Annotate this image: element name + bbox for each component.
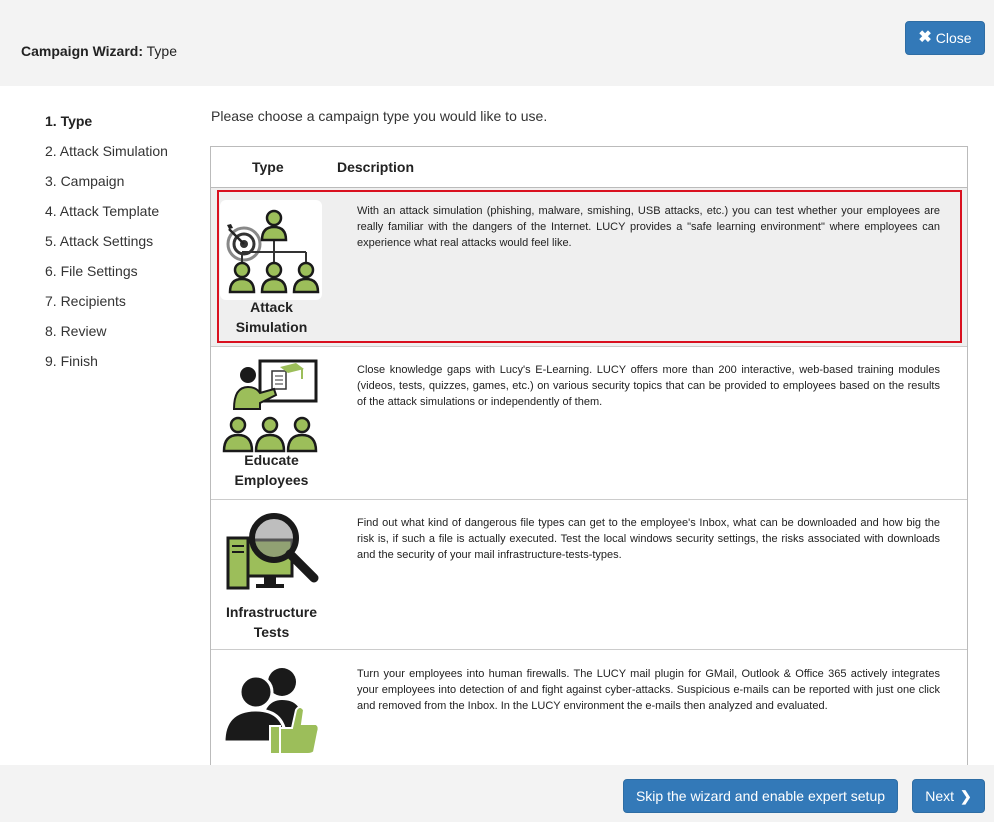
campaign-type-description: Turn your employees into human firewalls…	[357, 668, 940, 712]
step-attack-settings: 5. Attack Settings	[45, 233, 154, 249]
chevron-right-icon: ❯	[960, 787, 972, 804]
step-file-settings: 6. File Settings	[45, 263, 138, 279]
intro-text: Please choose a campaign type you would …	[211, 108, 548, 124]
campaign-type-table: Type Description Attack Simulation With …	[210, 146, 968, 766]
campaign-type-description: Find out what kind of dangerous file typ…	[357, 517, 940, 561]
campaign-type-row-educate-employees[interactable]: Educate Employees Close knowledge gaps w…	[211, 347, 967, 500]
close-button-label: Close	[935, 30, 972, 46]
title-step: Type	[146, 43, 177, 59]
close-button[interactable]: ✖ Close	[905, 21, 985, 55]
wizard-footer: Skip the wizard and enable expert setup …	[0, 765, 994, 822]
step-type: 1. Type	[45, 113, 93, 129]
campaign-type-label: Attack Simulation	[235, 299, 308, 335]
title-prefix: Campaign Wizard:	[21, 43, 143, 59]
step-recipients: 7. Recipients	[45, 293, 126, 309]
step-review: 8. Review	[45, 323, 107, 339]
campaign-type-row-attack-simulation[interactable]: Attack Simulation With an attack simulat…	[211, 188, 967, 347]
campaign-type-row-human-firewall[interactable]: Turn your employees into human firewalls…	[211, 650, 967, 766]
next-button-label: Next	[925, 788, 955, 804]
close-icon: ✖	[918, 29, 932, 46]
campaign-type-description: Close knowledge gaps with Lucy's E-Learn…	[357, 364, 940, 408]
computer-magnifier-icon	[220, 512, 322, 612]
table-header: Type Description	[211, 147, 967, 188]
wizard-header: Campaign Wizard: Type ✖ Close	[0, 0, 994, 86]
column-header-type: Type	[252, 159, 284, 175]
step-finish: 9. Finish	[45, 353, 98, 369]
presentation-training-icon	[220, 359, 322, 459]
wizard-steps: 1. Type 2. Attack Simulation 3. Campaign…	[45, 113, 168, 383]
step-attack-template: 4. Attack Template	[45, 203, 160, 219]
skip-wizard-button[interactable]: Skip the wizard and enable expert setup	[623, 779, 898, 813]
campaign-type-row-infrastructure-tests[interactable]: Infrastructure Tests Find out what kind …	[211, 500, 967, 650]
page-title: Campaign Wizard: Type	[21, 43, 177, 59]
campaign-type-label: Infrastructure Tests	[225, 604, 318, 640]
target-org-chart-icon	[220, 200, 322, 300]
campaign-type-description: With an attack simulation (phishing, mal…	[357, 205, 940, 249]
users-thumbs-up-icon	[220, 662, 322, 762]
step-campaign: 3. Campaign	[45, 173, 125, 189]
step-attack-simulation: 2. Attack Simulation	[45, 143, 168, 159]
column-header-description: Description	[337, 159, 415, 175]
campaign-type-label: Educate Employees	[234, 452, 309, 488]
next-button[interactable]: Next ❯	[912, 779, 985, 813]
